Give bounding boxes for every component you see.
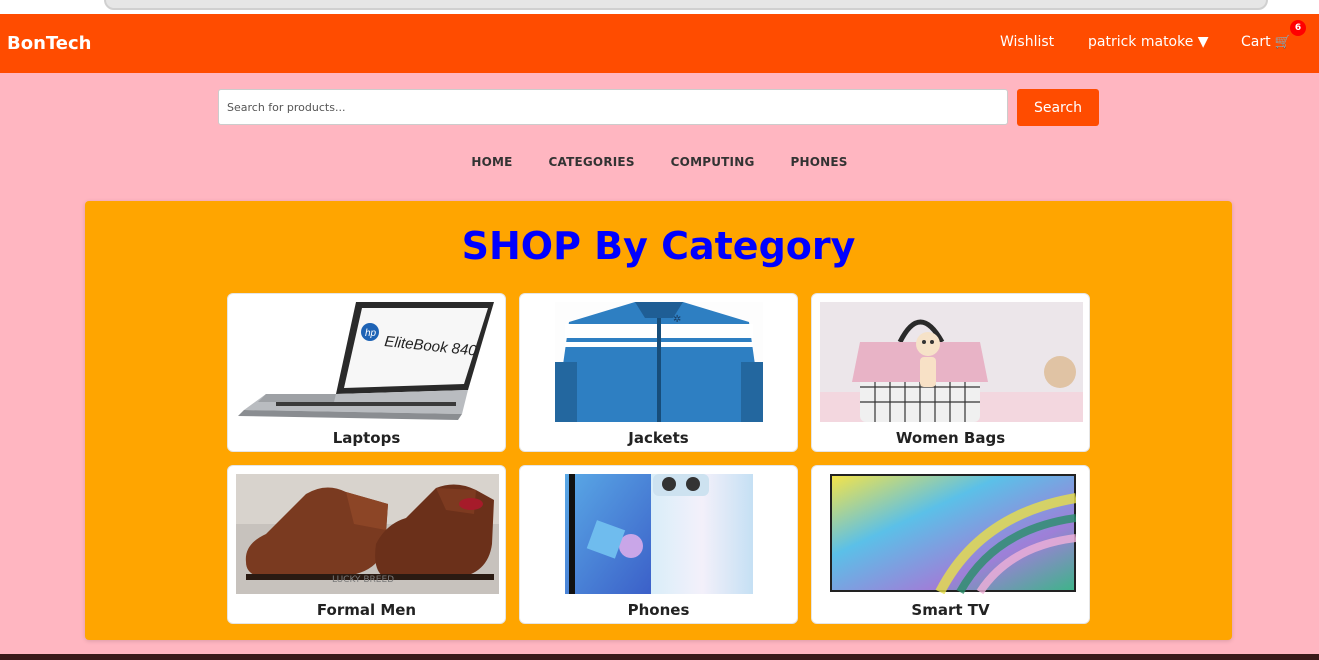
category-card-laptops[interactable]: hp EliteBook 840 Laptops [227,293,506,452]
phone-image [565,474,753,594]
category-card-phones[interactable]: Phones [519,465,798,624]
smart-tv-image [830,474,1076,594]
next-section-preview [0,654,1319,660]
svg-text:LUCKY BREED: LUCKY BREED [332,575,394,585]
jacket-image: ✲ [555,302,763,422]
search-input[interactable] [218,89,1008,125]
user-menu-dropdown[interactable]: patrick matoke ▼ [1088,34,1209,50]
svg-text:✲: ✲ [673,314,681,325]
brand-logo[interactable]: BonTech [7,33,91,54]
category-card-jackets[interactable]: ✲ Jackets [519,293,798,452]
panel-title: SHOP By Category [461,224,856,268]
category-label: Jackets [628,429,689,447]
browser-chrome [0,0,1319,14]
category-label: Formal Men [316,601,417,619]
shop-by-category-panel: SHOP By Category hp EliteBook 840 Laptop… [85,201,1232,640]
cart-label: Cart [1241,34,1271,50]
category-label: Women Bags [895,429,1006,447]
category-label: Phones [627,601,690,619]
menu-item-phones[interactable]: PHONES [791,155,848,169]
category-card-formal-men[interactable]: LUCKY BREED Formal Men [227,465,506,624]
formal-shoes-image: LUCKY BREED [236,474,499,594]
wishlist-link[interactable]: Wishlist [1000,34,1054,50]
main-menu: HOME CATEGORIES COMPUTING PHONES [0,155,1319,169]
cart-count-badge: 6 [1290,20,1306,36]
top-navbar: BonTech Wishlist patrick matoke ▼ Cart 🛒 … [0,14,1319,73]
category-label: Smart TV [911,601,990,619]
browser-address-bar[interactable] [104,0,1268,10]
cart-icon: 🛒 [1274,35,1291,50]
menu-item-home[interactable]: HOME [471,155,512,169]
category-card-women-bags[interactable]: Women Bags [811,293,1090,452]
cart-link[interactable]: Cart 🛒 [1241,34,1291,50]
laptop-image: hp EliteBook 840 [236,302,499,422]
category-card-smart-tv[interactable]: Smart TV [811,465,1090,624]
menu-item-categories[interactable]: CATEGORIES [549,155,635,169]
menu-item-computing[interactable]: COMPUTING [671,155,755,169]
handbag-image [820,302,1083,422]
svg-text:hp: hp [365,328,377,339]
search-button[interactable]: Search [1017,89,1099,126]
category-label: Laptops [332,429,401,447]
